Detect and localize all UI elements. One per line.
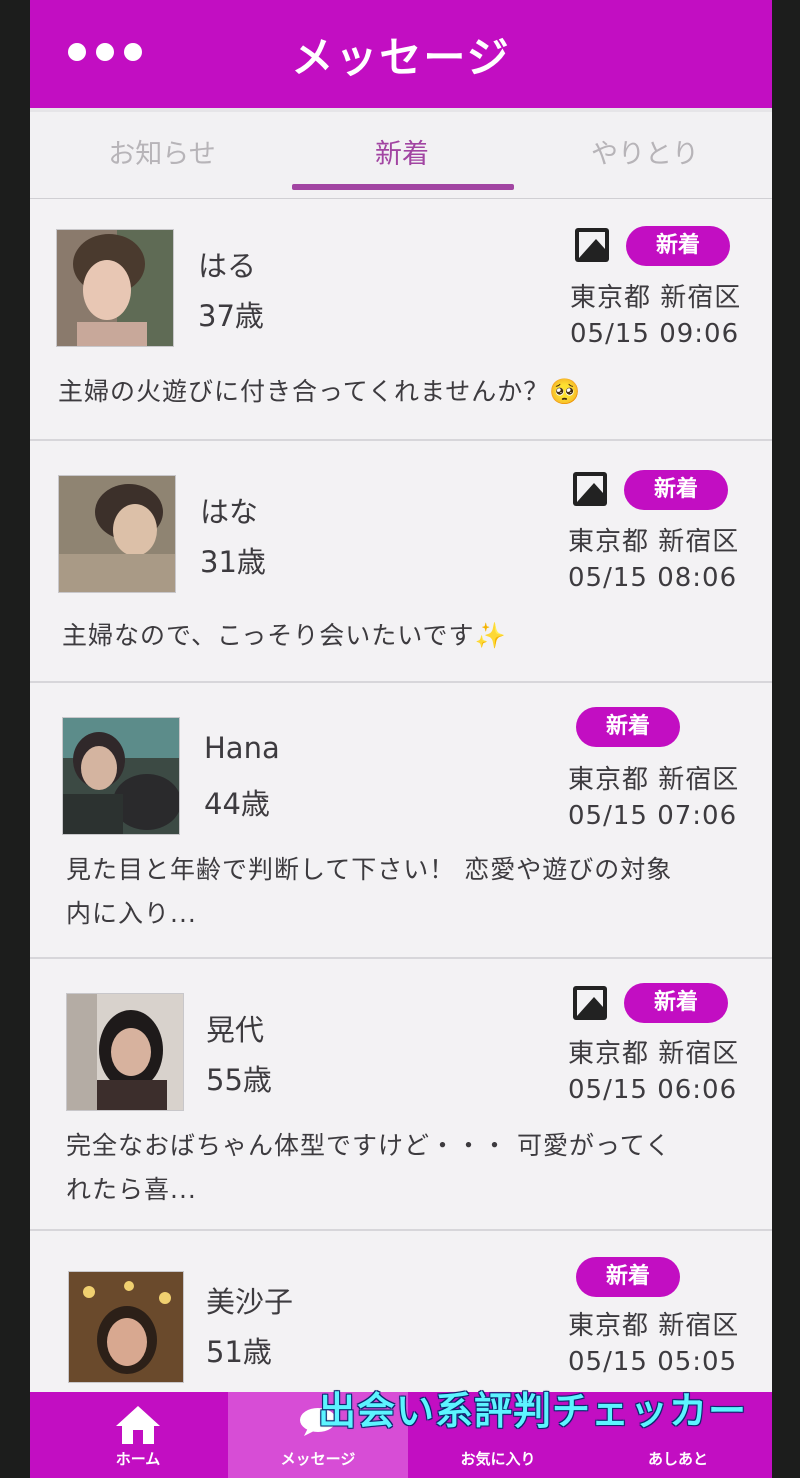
sender-age: 55歳: [206, 1063, 272, 1097]
app-header: メッセージ: [30, 0, 772, 108]
new-badge: 新着: [624, 470, 728, 510]
avatar: [62, 717, 180, 835]
avatar: [56, 229, 174, 347]
tab-exchanges[interactable]: やりとり: [580, 132, 710, 171]
message-preview-line: 主婦なので、こっそり会いたいです✨: [62, 621, 507, 650]
message-preview-line: れたら喜...: [66, 1175, 197, 1204]
nav-favorites-label: お気に入り: [460, 1450, 536, 1468]
avatar: [58, 475, 176, 593]
message-item[interactable]: はな 31歳 新着 東京都 新宿区 05/15 08:06 主婦なので、こっそり…: [30, 441, 772, 683]
nav-home-label: ホーム: [115, 1450, 161, 1468]
message-preview-line: 内に入り...: [66, 899, 197, 928]
message-item[interactable]: はる 37歳 新着 東京都 新宿区 05/15 09:06 主婦の火遊びに付き合…: [30, 199, 772, 441]
nav-footprints-label: あしあと: [647, 1450, 708, 1468]
timestamp: 05/15 06:06: [568, 1075, 738, 1105]
avatar: [66, 993, 184, 1111]
new-badge: 新着: [576, 707, 680, 747]
location: 東京都 新宿区: [570, 283, 742, 313]
tab-notices[interactable]: お知らせ: [102, 132, 222, 171]
location: 東京都 新宿区: [568, 527, 740, 557]
sender-name: 晃代: [206, 1013, 265, 1047]
active-tab-indicator: [292, 184, 514, 190]
nav-home[interactable]: ホーム: [48, 1392, 228, 1478]
sender-age: 44歳: [204, 787, 270, 821]
watermark-text: 出会い系評判チェッカー: [318, 1389, 748, 1433]
tab-bar: お知らせ 新着 やりとり: [30, 112, 772, 199]
new-badge: 新着: [576, 1257, 680, 1297]
avatar: [68, 1271, 184, 1383]
message-preview-line: 見た目と年齢で判断して下さい！ 恋愛や遊びの対象: [66, 855, 673, 884]
location: 東京都 新宿区: [568, 765, 740, 795]
sender-name: はな: [200, 495, 259, 529]
home-icon: [116, 1406, 160, 1444]
message-list: はる 37歳 新着 東京都 新宿区 05/15 09:06 主婦の火遊びに付き合…: [30, 199, 772, 1411]
app-screen: メッセージ お知らせ 新着 やりとり はる 37歳 新着 東京都 新宿区 05/…: [30, 0, 772, 1478]
location: 東京都 新宿区: [568, 1039, 740, 1069]
sender-name: Hana: [204, 731, 280, 765]
new-badge: 新着: [626, 226, 730, 266]
photo-icon: [575, 228, 609, 262]
message-preview-line: 完全なおばちゃん体型ですけど・・・ 可愛がってく: [66, 1131, 671, 1160]
message-preview-line: 主婦の火遊びに付き合ってくれませんか？🥺: [58, 377, 582, 406]
tab-new[interactable]: 新着: [342, 132, 462, 171]
photo-icon: [573, 986, 607, 1020]
timestamp: 05/15 08:06: [568, 563, 738, 593]
sender-age: 37歳: [198, 299, 264, 333]
sender-name: 美沙子: [206, 1285, 294, 1319]
message-item[interactable]: Hana 44歳 新着 東京都 新宿区 05/15 07:06 見た目と年齢で判…: [30, 683, 772, 959]
page-title: メッセージ: [291, 33, 511, 82]
sender-age: 51歳: [206, 1335, 272, 1369]
timestamp: 05/15 09:06: [570, 319, 740, 349]
message-item[interactable]: 晃代 55歳 新着 東京都 新宿区 05/15 06:06 完全なおばちゃん体型…: [30, 959, 772, 1231]
timestamp: 05/15 07:06: [568, 801, 738, 831]
new-badge: 新着: [624, 983, 728, 1023]
nav-messages-label: メッセージ: [280, 1450, 356, 1468]
sender-age: 31歳: [200, 545, 266, 579]
location: 東京都 新宿区: [568, 1311, 740, 1341]
photo-icon: [573, 472, 607, 506]
sender-name: はる: [198, 249, 257, 283]
timestamp: 05/15 05:05: [568, 1347, 738, 1377]
